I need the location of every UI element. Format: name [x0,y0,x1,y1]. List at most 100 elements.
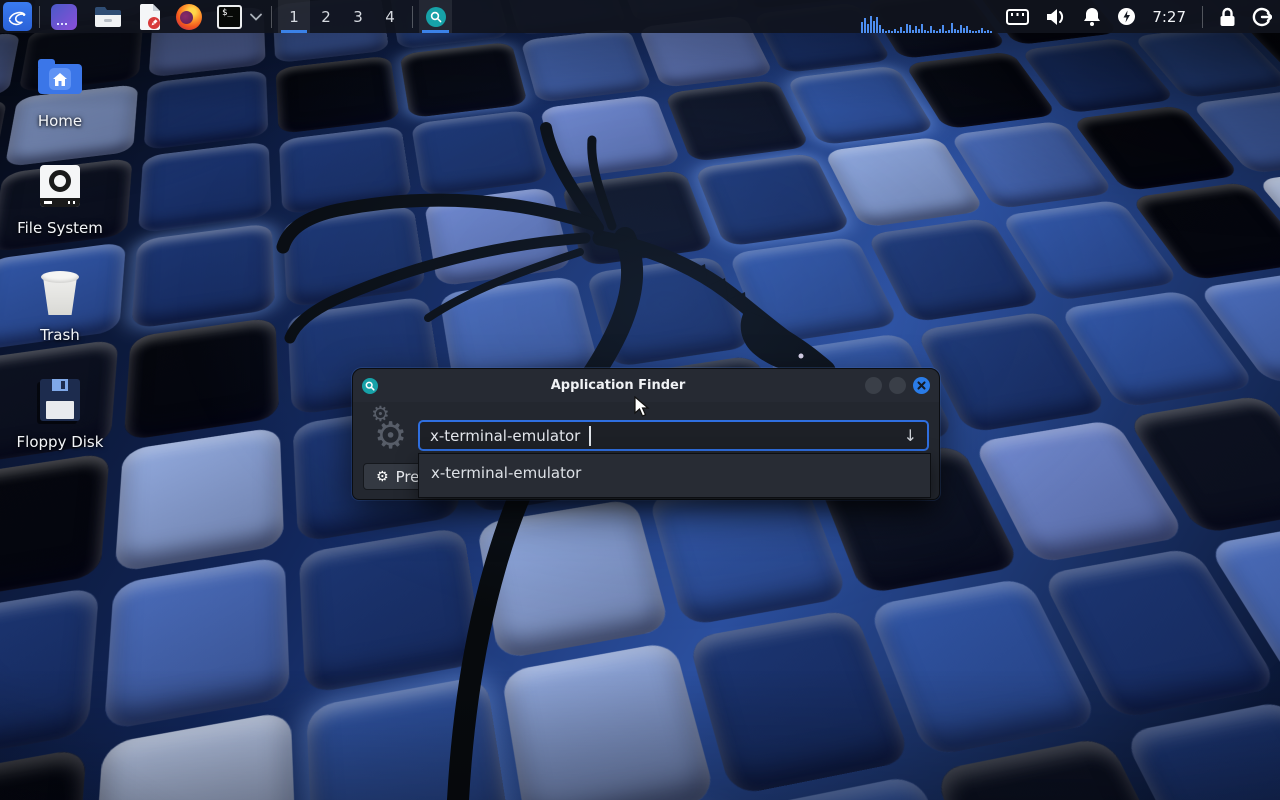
launcher-app-drawer[interactable] [47,2,81,31]
desktop-icon-label: File System [8,219,112,237]
monitor-bar [879,25,881,33]
monitor-bar [972,31,974,33]
monitor-bar [939,29,941,33]
power-manager-icon[interactable] [1117,7,1136,26]
lock-screen-icon[interactable] [1219,7,1236,27]
monitor-bar [924,30,926,33]
monitor-bar [873,21,875,33]
search-input-value: x-terminal-emulator [430,427,580,445]
monitor-bar [861,22,863,33]
search-suggestions-dropdown: x-terminal-emulator [418,453,931,498]
monitor-bar [969,30,971,33]
clock[interactable]: 7:27 [1152,8,1186,26]
text-caret [589,426,591,446]
monitor-bar [975,31,977,33]
monitor-bar [885,31,887,33]
desktop-icon-label: Home [8,112,112,130]
monitor-bar [876,17,878,33]
monitor-bar [987,30,989,33]
workspace-button-4[interactable]: 4 [374,0,406,33]
system-monitor-graph[interactable] [861,0,992,33]
monitor-bar [954,29,956,33]
desktop-icon-home[interactable]: Home [8,54,112,154]
applications-menu-button[interactable] [3,2,32,31]
monitor-bar [900,27,902,33]
home-folder-icon [38,64,82,94]
desktop-icon-filesystem[interactable]: File System [8,161,112,261]
active-indicator [422,30,449,33]
monitor-bar [891,31,893,33]
monitor-bar [882,29,884,33]
monitor-bar [903,31,905,33]
monitor-bar [867,24,869,33]
workspace-number: 2 [321,8,331,26]
monitor-bar [942,25,944,33]
workspace-button-3[interactable]: 3 [342,0,374,33]
terminal-prompt-glyph: $_ [222,8,233,18]
house-icon [53,73,67,86]
app-finder-window-icon [362,378,378,394]
monitor-bar [963,28,965,33]
monitor-bar [984,31,986,33]
launcher-text-editor[interactable] [135,2,165,31]
monitor-bar [948,30,950,33]
workspace-number: 3 [353,8,363,26]
desktop-icon-trash[interactable]: Trash [8,268,112,368]
monitor-bar [894,29,896,33]
monitor-bar [951,23,953,33]
monitor-bar [933,30,935,33]
monitor-bar [906,24,908,33]
logout-icon[interactable] [1252,7,1272,27]
floppy-icon [40,379,80,421]
app-finder-gears-icon: ⚙⚙ [363,402,415,454]
monitor-bar [915,26,917,33]
combo-arrow-down-icon[interactable]: ↓ [904,426,917,445]
drive-icon [40,165,80,207]
close-button[interactable] [913,377,930,394]
workspace-number: 1 [289,8,299,26]
close-icon [917,381,926,390]
launcher-file-manager[interactable] [90,2,126,31]
desktop-icon-label: Trash [8,326,112,344]
monitor-bar [936,31,938,33]
launcher-terminal[interactable]: $_ [213,2,246,31]
monitor-bar [909,25,911,33]
monitor-bar [888,30,890,33]
minimize-button[interactable] [865,377,882,394]
monitor-bar [864,18,866,33]
document-edit-icon [139,4,161,30]
application-finder-window: Application Finder ⚙⚙ x-terminal-emulato… [352,368,940,500]
firefox-icon [176,4,202,30]
desktop-icon-floppy[interactable]: Floppy Disk [8,375,112,475]
monitor-bar [921,24,923,33]
window-title: Application Finder [378,378,858,393]
trash-icon [41,271,79,315]
terminal-icon: $_ [217,5,242,29]
ethernet-icon[interactable] [1006,8,1029,26]
kali-logo-icon [7,6,28,28]
volume-icon[interactable] [1045,7,1067,27]
purple-app-icon [51,4,77,30]
search-input[interactable]: x-terminal-emulator ↓ [418,420,929,451]
monitor-bar [945,31,947,33]
workspace-button-1[interactable]: 1 [278,0,310,33]
chevron-down-icon [250,13,262,21]
taskbar-application-finder[interactable] [419,0,452,33]
monitor-bar [870,16,872,33]
launcher-web-browser[interactable] [172,2,206,31]
notifications-bell-icon[interactable] [1083,7,1101,27]
active-indicator [281,30,307,33]
monitor-bar [912,30,914,33]
folder-icon [94,5,122,29]
workspace-button-2[interactable]: 2 [310,0,342,33]
workspace-number: 4 [385,8,395,26]
panel-separator [1202,6,1203,28]
gear-icon: ⚙ [376,469,389,485]
suggestion-item[interactable]: x-terminal-emulator [419,454,930,482]
monitor-bar [927,31,929,33]
terminal-dropdown-toggle[interactable] [248,2,264,31]
panel-separator [412,6,413,28]
monitor-bar [918,29,920,33]
mouse-cursor [634,396,650,418]
maximize-button[interactable] [889,377,906,394]
